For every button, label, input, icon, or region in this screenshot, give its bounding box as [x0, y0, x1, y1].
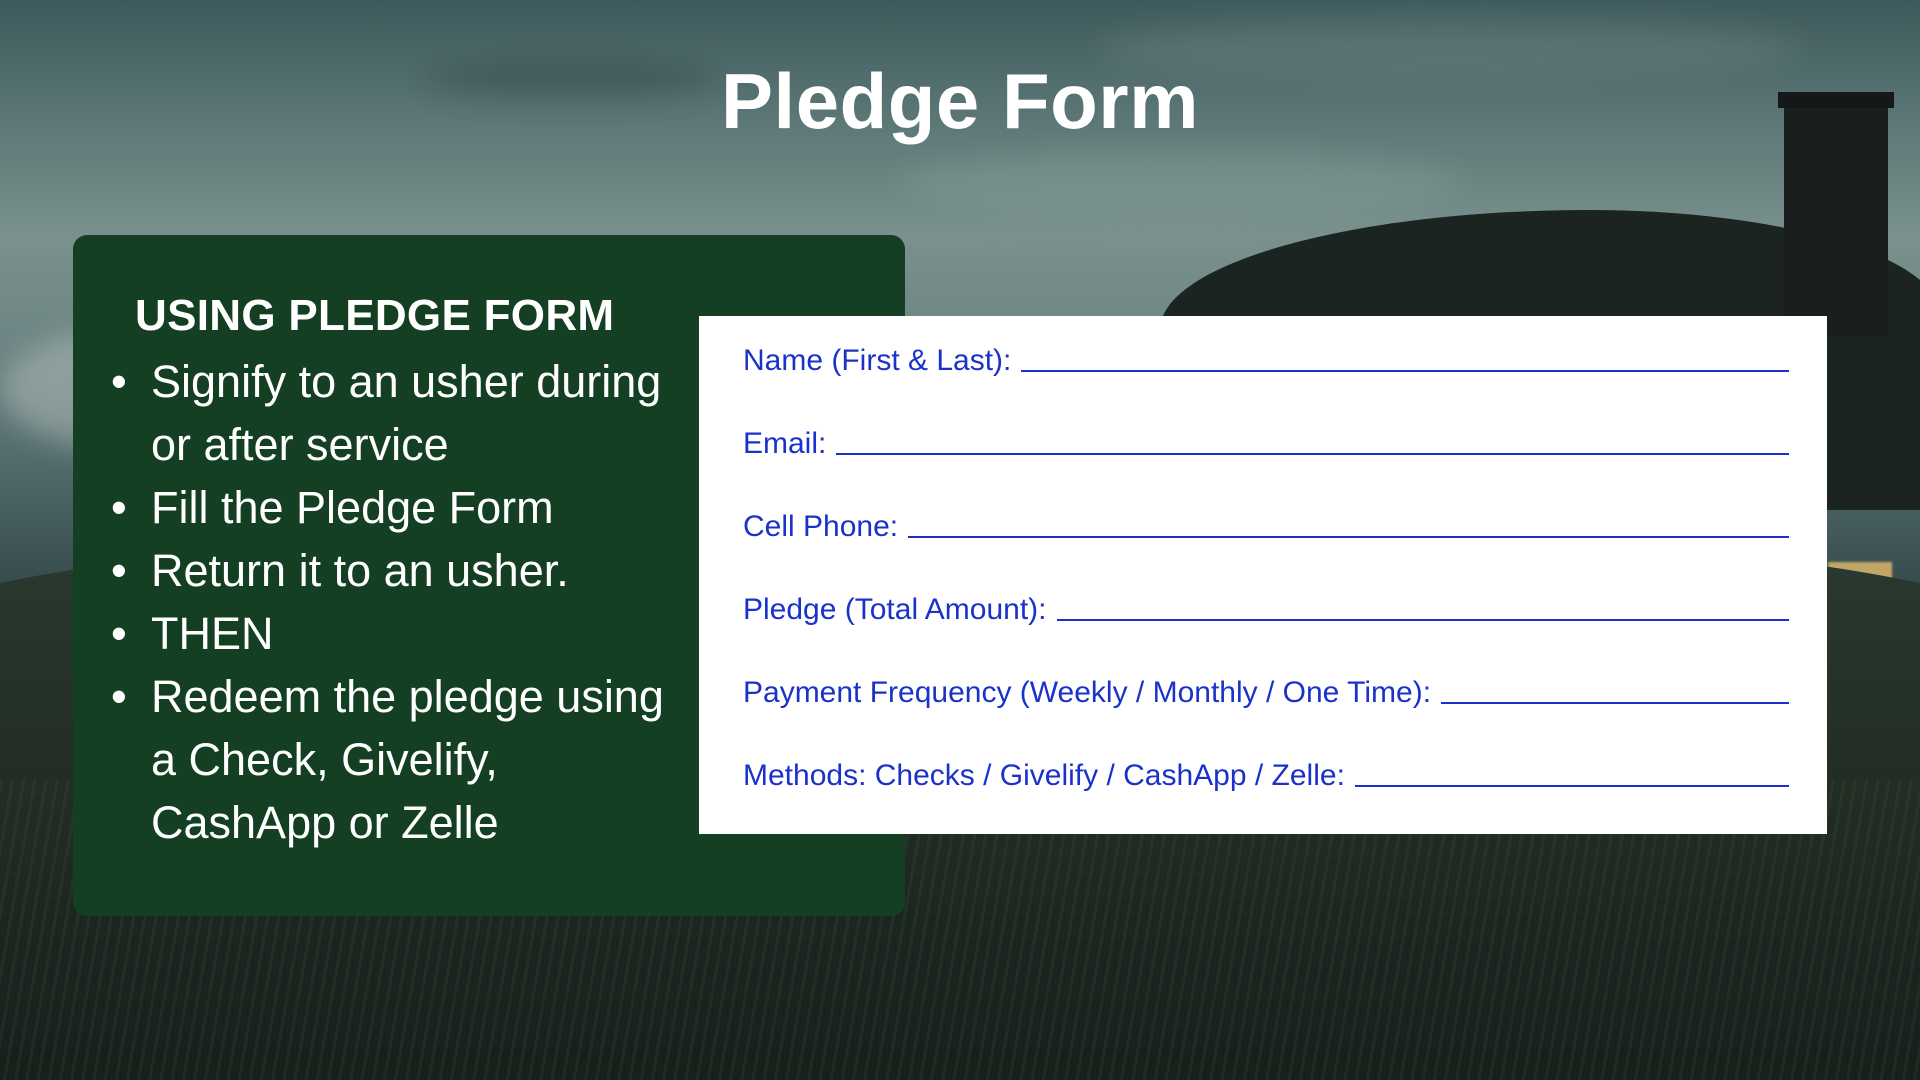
step-item: Signify to an usher during or after serv… — [111, 350, 691, 476]
field-label: Name (First & Last): — [743, 344, 1012, 377]
fill-line — [836, 453, 1789, 455]
fill-line — [908, 536, 1789, 538]
panel-heading: USING PLEDGE FORM — [135, 291, 615, 340]
field-label: Email: — [743, 427, 827, 460]
page-title: Pledge Form — [721, 57, 1199, 145]
step-item: THEN — [111, 602, 691, 665]
fill-line — [1354, 785, 1789, 787]
step-item: Fill the Pledge Form — [111, 476, 691, 539]
field-label: Payment Frequency (Weekly / Monthly / On… — [743, 676, 1432, 709]
fill-line — [1056, 619, 1789, 621]
steps-list: Signify to an usher during or after serv… — [111, 350, 691, 854]
field-label: Pledge (Total Amount): — [743, 593, 1047, 626]
form-row-email: Email: — [743, 421, 1789, 461]
step-item: Redeem the pledge using a Check, Givelif… — [111, 665, 691, 854]
fill-line — [1441, 702, 1789, 704]
form-row-payment-frequency: Payment Frequency (Weekly / Monthly / On… — [743, 670, 1789, 710]
form-row-name: Name (First & Last): — [743, 338, 1789, 378]
form-row-methods: Methods: Checks / Givelify / CashApp / Z… — [743, 753, 1789, 793]
field-label: Methods: Checks / Givelify / CashApp / Z… — [743, 759, 1345, 792]
form-row-cell-phone: Cell Phone: — [743, 504, 1789, 544]
fill-line — [1021, 370, 1789, 372]
step-item: Return it to an usher. — [111, 539, 691, 602]
pledge-form-card: Name (First & Last): Email: Cell Phone: … — [699, 316, 1827, 834]
cloud — [900, 150, 1460, 220]
form-row-pledge-amount: Pledge (Total Amount): — [743, 587, 1789, 627]
field-label: Cell Phone: — [743, 510, 899, 543]
